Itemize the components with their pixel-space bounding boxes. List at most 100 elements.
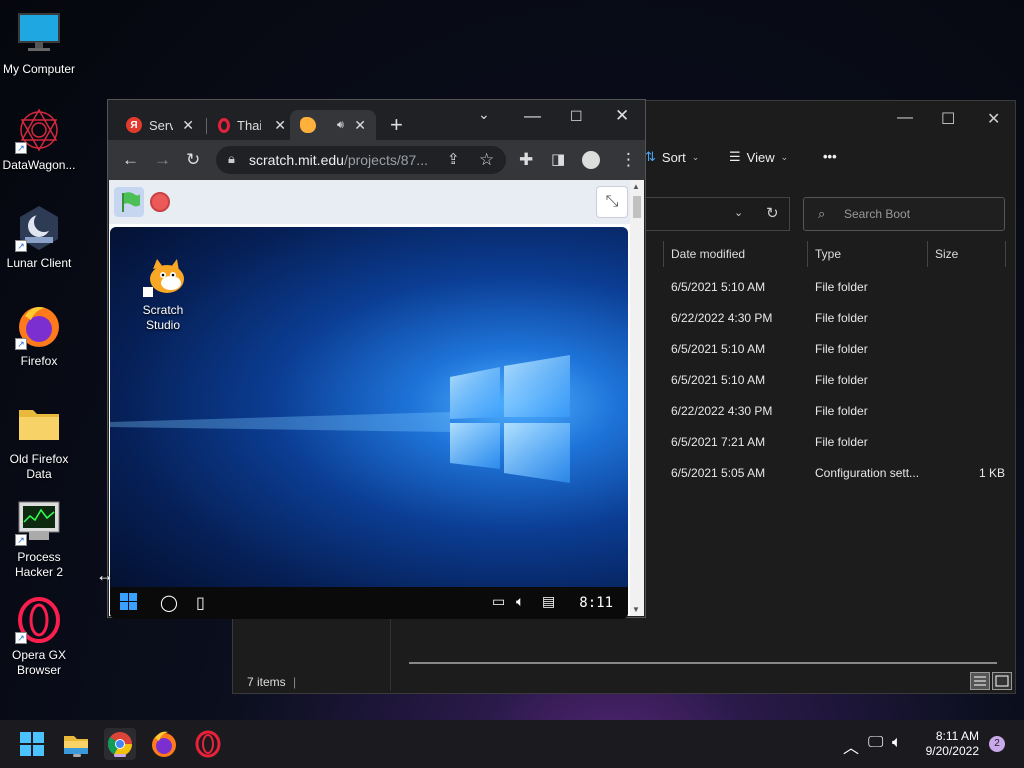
windows-start-icon[interactable] [120,593,138,616]
vertical-scrollbar[interactable]: ▲ ▼ [630,180,644,616]
taskbar-opera[interactable] [192,728,224,760]
column-divider[interactable] [663,241,664,267]
details-view-button[interactable] [970,672,990,690]
scratch-stage[interactable]: Scratch Studio ◯ ▯ ▭ 🔈︎ ▤ 8:11 [110,227,628,619]
running-indicator [114,754,126,757]
search-input[interactable]: ⌕ Search Boot [803,197,1005,231]
forward-icon[interactable]: → [154,150,171,170]
desktop-icon-label: Lunar Client [6,256,72,270]
tab-search-icon[interactable]: ⌄ [478,106,490,123]
refresh-icon[interactable]: ↻ [766,204,779,222]
column-divider[interactable] [927,241,928,267]
start-button[interactable] [16,728,48,760]
new-tab-button[interactable]: + [390,112,403,138]
close-icon[interactable]: ✕ [987,109,1000,129]
show-hidden-icons-chevron-icon[interactable]: ︿ [843,734,859,758]
desktop-icon-label: Firefox [20,354,58,368]
taskbar-file-explorer[interactable] [60,728,92,760]
profile-avatar-icon[interactable] [582,151,600,169]
action-center-icon[interactable]: ▤ [542,593,555,610]
green-flag-button[interactable] [114,187,144,217]
speaker-icon[interactable]: 🔊︎ [337,119,344,132]
close-tab-icon[interactable]: ✕ [182,117,194,134]
lock-icon: 🔒︎ [228,151,235,166]
chrome-menu-icon[interactable]: ⋮ [620,150,637,170]
back-icon[interactable]: ← [122,150,139,170]
scratch-controls-bar: ⤡ [109,180,630,224]
search-icon: ⌕ [818,206,826,221]
task-view-icon[interactable]: ▯ [196,593,205,613]
exit-fullscreen-button[interactable]: ⤡ [596,186,628,218]
opera-gx-icon: ↗ [15,596,63,644]
close-icon[interactable]: ✕ [615,106,629,126]
green-flag-icon [122,192,140,212]
maximize-icon[interactable]: ☐ [570,108,583,125]
tiles-view-button[interactable] [992,672,1012,690]
desktop-icon-opera-gx[interactable]: ↗ Opera GX Browser [2,596,76,678]
running-indicator [73,754,81,757]
windows-start-icon [20,732,44,756]
horizontal-scrollbar[interactable] [409,662,997,664]
browser-tab[interactable]: Я Serv ✕ [116,110,204,140]
taskbar-chrome[interactable] [104,728,136,760]
column-divider[interactable] [1005,241,1006,267]
volume-icon[interactable]: 🔈︎ [892,734,902,752]
close-tab-icon[interactable]: ✕ [354,117,366,134]
desktop-icon-datawagon[interactable]: ↗ DataWagon... [2,106,76,173]
minimize-icon[interactable]: — [524,106,541,126]
bookmark-star-icon[interactable]: ☆ [479,150,494,170]
status-divider: | [293,675,297,689]
desktop-icon-label: Process Hacker 2 [14,550,64,579]
scrollbar-thumb[interactable] [633,196,641,218]
more-options-button[interactable]: ••• [823,149,837,164]
column-header-size[interactable]: Size [935,247,958,261]
desktop-icon-label: Opera GX Browser [11,648,67,677]
browser-tab-active[interactable]: 🔊︎ ✕ [290,110,376,140]
shortcut-arrow-icon: ↗ [15,534,27,546]
desktop-icon-process-hacker[interactable]: ↗ Process Hacker 2 [2,498,76,580]
view-button[interactable]: ☰ View ⌄ [729,149,788,165]
column-header-type[interactable]: Type [815,247,841,261]
shortcut-arrow-icon: ↗ [15,240,27,252]
chevron-down-icon[interactable]: ⌄ [734,206,743,219]
desktop-icon-firefox[interactable]: ↗ Firefox [2,302,76,369]
desktop-icon-old-firefox-data[interactable]: Old Firefox Data [2,400,76,482]
stage-clock: 8:11 [579,595,613,611]
firefox-icon: ↗ [15,302,63,350]
desktop-icon-my-computer[interactable]: My Computer [2,10,76,77]
column-header-date[interactable]: Date modified [671,247,745,261]
taskbar-clock[interactable]: 8:11 AM 9/20/2022 [926,729,979,759]
opera-icon [195,730,221,758]
monitor-icon [15,10,63,58]
taskbar-firefox[interactable] [148,728,180,760]
opera-icon [218,117,230,133]
status-item-count: 7 items [247,675,286,689]
maximize-icon[interactable]: ☐ [941,109,955,129]
side-panel-icon[interactable]: ◨ [551,150,565,168]
desktop-icon-lunar-client[interactable]: ↗ Lunar Client [2,204,76,271]
extensions-puzzle-icon[interactable]: ✚ [519,150,533,170]
volume-icon[interactable]: 🔈︎ [516,593,524,610]
scratch-icon [300,117,316,133]
network-icon[interactable]: 🖵︎ [868,734,883,752]
minimize-icon[interactable]: — [897,109,913,127]
share-icon[interactable]: ⇪ [447,150,460,168]
notification-badge[interactable]: 2 [989,736,1005,752]
scroll-down-icon[interactable]: ▼ [632,605,640,614]
reload-icon[interactable]: ↻ [186,150,200,170]
sort-button[interactable]: ⇅ Sort ⌄ [645,149,699,165]
stage-taskbar: ◯ ▯ ▭ 🔈︎ ▤ 8:11 [110,587,628,619]
chevron-down-icon: ⌄ [780,151,789,162]
cortana-icon[interactable]: ◯ [160,593,178,613]
sort-icon: ⇅ [645,149,656,164]
yandex-icon: Я [126,117,142,133]
scratch-studio-desktop-icon[interactable]: Scratch Studio [132,259,194,333]
address-bar[interactable]: 🔒︎ scratch.mit.edu/projects/87... [216,146,506,174]
column-divider[interactable] [807,241,808,267]
stop-button[interactable] [150,192,170,212]
close-tab-icon[interactable]: ✕ [274,117,286,134]
browser-tab[interactable]: Thai ✕ [208,110,296,140]
network-icon[interactable]: ▭ [492,593,505,610]
scratch-cat-icon [143,259,184,297]
scroll-up-icon[interactable]: ▲ [632,182,640,191]
